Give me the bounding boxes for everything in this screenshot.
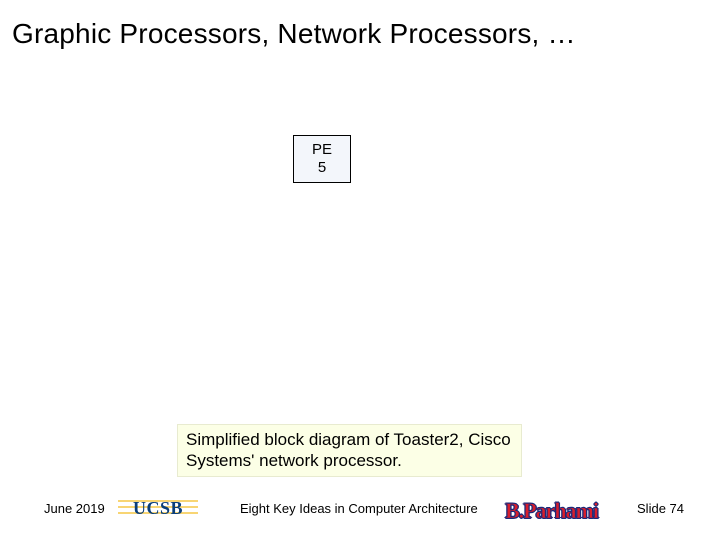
diagram-caption: Simplified block diagram of Toaster2, Ci… [177, 424, 522, 477]
ucsb-text: UCSB [133, 498, 183, 519]
pe-label: PE [312, 141, 332, 159]
slide-number: Slide 74 [637, 501, 684, 516]
footer-subtitle: Eight Key Ideas in Computer Architecture [240, 501, 520, 516]
pe-block: PE 5 [293, 135, 351, 183]
ucsb-logo: UCSB [120, 494, 196, 522]
footer-date: June 2019 [44, 501, 105, 516]
author-signature: B.Parhami [505, 498, 598, 524]
pe-number: 5 [318, 159, 326, 177]
slide-title: Graphic Processors, Network Processors, … [12, 18, 576, 50]
